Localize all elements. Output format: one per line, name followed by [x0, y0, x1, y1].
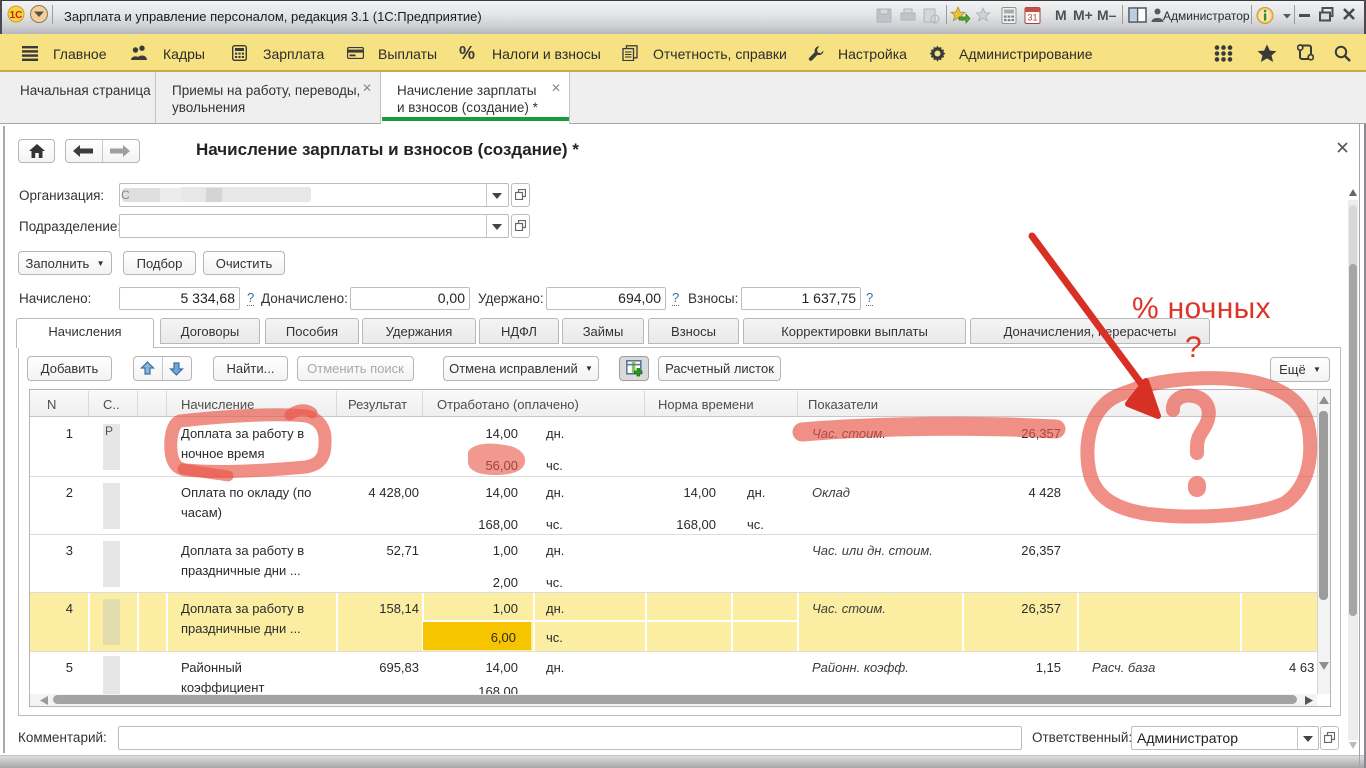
svg-text:% ночных: % ночных [1132, 292, 1271, 325]
svg-text:?: ? [1185, 331, 1202, 364]
